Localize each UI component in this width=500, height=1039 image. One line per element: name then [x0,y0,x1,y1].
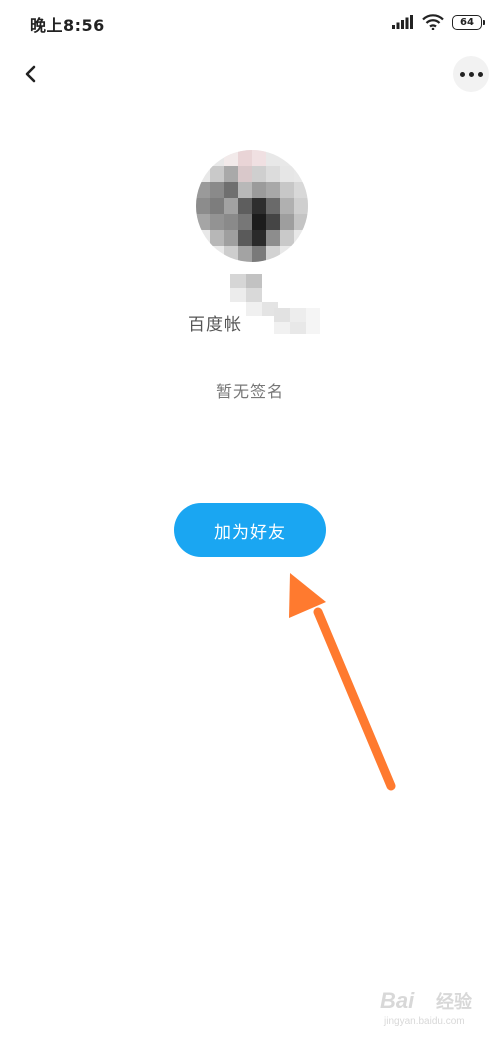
more-options-button[interactable] [453,56,489,92]
avatar[interactable] [196,150,308,262]
watermark: Bai 经验 jingyan.baidu.com [380,984,495,1034]
status-bar: 晚上8:56 64 [0,0,500,44]
chevron-left-icon [25,65,36,83]
watermark-brand: Bai [380,988,415,1013]
wifi-icon [422,14,444,30]
signal-icon [392,15,413,29]
battery-level: 64 [460,16,474,28]
battery-icon: 64 [452,14,485,30]
profile-name: 百度帐 [186,270,326,336]
signature-text: 暂无签名 [215,382,284,401]
status-icons: 64 [392,13,485,31]
watermark-brand-cn: 经验 [436,992,472,1013]
back-button[interactable] [16,59,46,89]
status-time: 晚上8:56 [30,16,105,35]
watermark-url: jingyan.baidu.com [384,1016,465,1027]
name-mosaic [230,274,320,334]
more-horizontal-icon [459,71,465,77]
add-friend-button[interactable]: 加为好友 [174,503,326,557]
